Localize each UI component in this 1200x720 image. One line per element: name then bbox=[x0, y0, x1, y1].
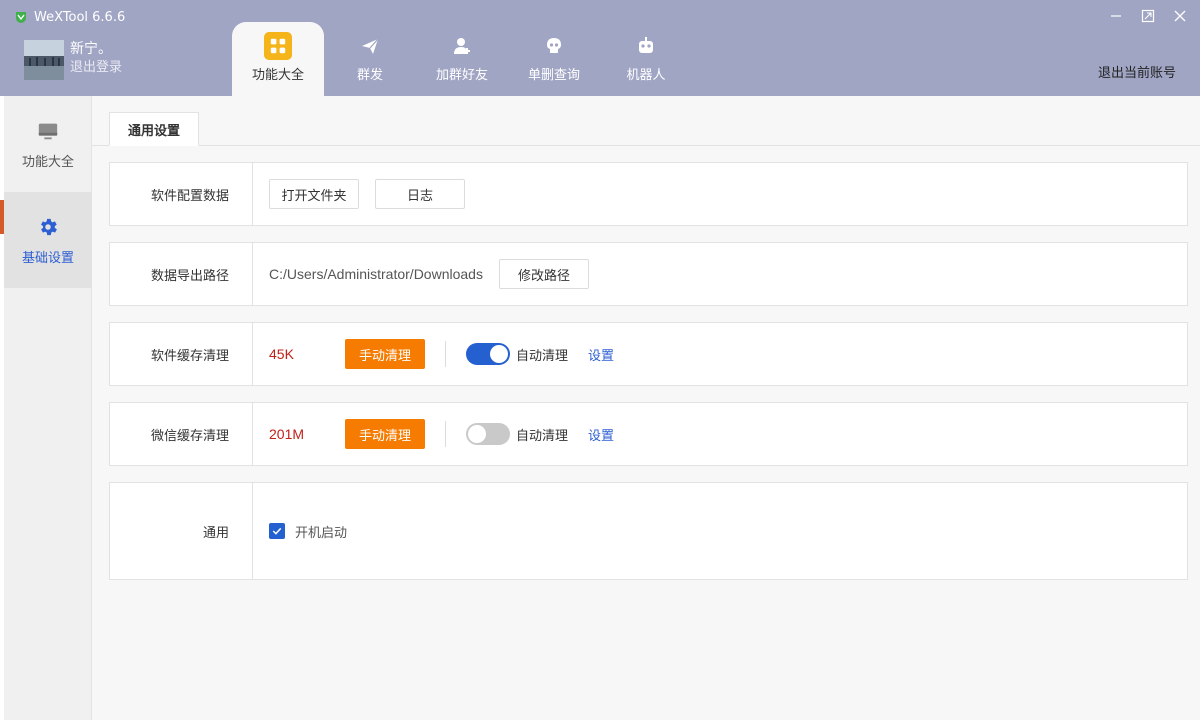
nav-tab-label: 单删查询 bbox=[527, 68, 580, 83]
row-general: 通用 开机启动 bbox=[109, 482, 1188, 580]
modify-path-button[interactable]: 修改路径 bbox=[498, 259, 589, 289]
wechat-manual-clean-button[interactable]: 手动清理 bbox=[345, 419, 425, 449]
avatar bbox=[24, 40, 64, 80]
wechat-auto-clean-toggle[interactable] bbox=[466, 423, 510, 445]
switch-account-link[interactable]: 退出当前账号 bbox=[1098, 62, 1176, 81]
monitor-icon bbox=[36, 119, 60, 143]
nav-tab-add-friends[interactable]: 加群好友 bbox=[416, 22, 508, 96]
sidebar-item-label: 基础设置 bbox=[21, 250, 74, 266]
software-cache-size: 45K bbox=[269, 346, 294, 362]
robot-icon bbox=[632, 32, 660, 60]
sidebar: 功能大全 基础设置 bbox=[4, 96, 92, 720]
close-button[interactable] bbox=[1170, 6, 1190, 26]
row-label: 数据导出路径 bbox=[110, 243, 253, 305]
add-user-icon bbox=[448, 32, 476, 60]
sidebar-item-basic-settings[interactable]: 基础设置 bbox=[4, 192, 92, 288]
app-logo-icon bbox=[16, 12, 26, 23]
row-label: 软件配置数据 bbox=[110, 163, 253, 225]
divider bbox=[445, 421, 446, 447]
divider bbox=[445, 341, 446, 367]
nav-tab-label: 群发 bbox=[356, 68, 383, 83]
sidebar-item-label: 功能大全 bbox=[21, 154, 74, 170]
row-label: 微信缓存清理 bbox=[110, 403, 253, 465]
sidebar-item-features[interactable]: 功能大全 bbox=[4, 96, 92, 192]
nav-tab-label: 功能大全 bbox=[251, 68, 304, 83]
nav-tab-label: 机器人 bbox=[626, 68, 666, 83]
nav-tab-mass-send[interactable]: 群发 bbox=[324, 22, 416, 96]
wechat-cache-size: 201M bbox=[269, 426, 305, 442]
gear-icon bbox=[36, 215, 60, 239]
nav-tab-features[interactable]: 功能大全 bbox=[232, 22, 324, 96]
wechat-cache-settings-link[interactable]: 设置 bbox=[588, 425, 614, 444]
startup-label: 开机启动 bbox=[295, 525, 348, 541]
minimize-icon bbox=[1111, 15, 1121, 17]
log-button[interactable]: 日志 bbox=[375, 179, 465, 209]
close-icon bbox=[1174, 10, 1186, 22]
row-wechat-cache: 微信缓存清理 201M 手动清理 自动清理 设置 bbox=[109, 402, 1188, 466]
settings-panel: 通用设置 软件配置数据 打开文件夹 日志 数据导出路径 C:/Users/Adm… bbox=[92, 96, 1200, 720]
avatar-image bbox=[24, 40, 64, 80]
row-export-path: 数据导出路径 C:/Users/Administrator/Downloads … bbox=[109, 242, 1188, 306]
grid-icon bbox=[264, 32, 292, 60]
nav-tab-single-delete[interactable]: 单删查询 bbox=[508, 22, 600, 96]
skull-icon bbox=[540, 32, 568, 60]
startup-checkbox[interactable] bbox=[269, 523, 285, 539]
maximize-icon bbox=[1141, 9, 1155, 23]
paper-plane-icon bbox=[356, 32, 384, 60]
logout-link[interactable]: 退出登录 bbox=[70, 58, 122, 78]
settings-tabbar: 通用设置 bbox=[92, 112, 1200, 146]
row-label: 软件缓存清理 bbox=[110, 323, 253, 385]
maximize-button[interactable] bbox=[1138, 6, 1158, 26]
nav-tab-label: 加群好友 bbox=[435, 68, 488, 83]
user-info: 新宁。 退出登录 bbox=[24, 40, 122, 80]
row-label: 通用 bbox=[110, 483, 253, 579]
tab-general-settings[interactable]: 通用设置 bbox=[109, 112, 199, 146]
user-name: 新宁。 bbox=[70, 41, 112, 57]
software-auto-clean-toggle[interactable] bbox=[466, 343, 510, 365]
minimize-button[interactable] bbox=[1106, 6, 1126, 26]
app-title-text: WeXTool 6.6.6 bbox=[34, 9, 126, 25]
auto-clean-label: 自动清理 bbox=[516, 348, 569, 364]
software-manual-clean-button[interactable]: 手动清理 bbox=[345, 339, 425, 369]
title-bar: WeXTool 6.6.6 新宁。 退出登录 功能大全 群发 加群好友 单删查询… bbox=[0, 0, 1200, 96]
check-icon bbox=[272, 527, 282, 535]
row-software-cache: 软件缓存清理 45K 手动清理 自动清理 设置 bbox=[109, 322, 1188, 386]
row-config-data: 软件配置数据 打开文件夹 日志 bbox=[109, 162, 1188, 226]
software-cache-settings-link[interactable]: 设置 bbox=[588, 345, 614, 364]
toggle-knob bbox=[468, 425, 486, 443]
toggle-knob bbox=[490, 345, 508, 363]
auto-clean-label: 自动清理 bbox=[516, 428, 569, 444]
main-nav: 功能大全 群发 加群好友 单删查询 机器人 bbox=[232, 22, 692, 96]
open-folder-button[interactable]: 打开文件夹 bbox=[269, 179, 359, 209]
app-title: WeXTool 6.6.6 bbox=[14, 8, 125, 26]
window-controls bbox=[1106, 6, 1190, 26]
nav-tab-robot[interactable]: 机器人 bbox=[600, 22, 692, 96]
export-path-value: C:/Users/Administrator/Downloads bbox=[269, 266, 483, 282]
